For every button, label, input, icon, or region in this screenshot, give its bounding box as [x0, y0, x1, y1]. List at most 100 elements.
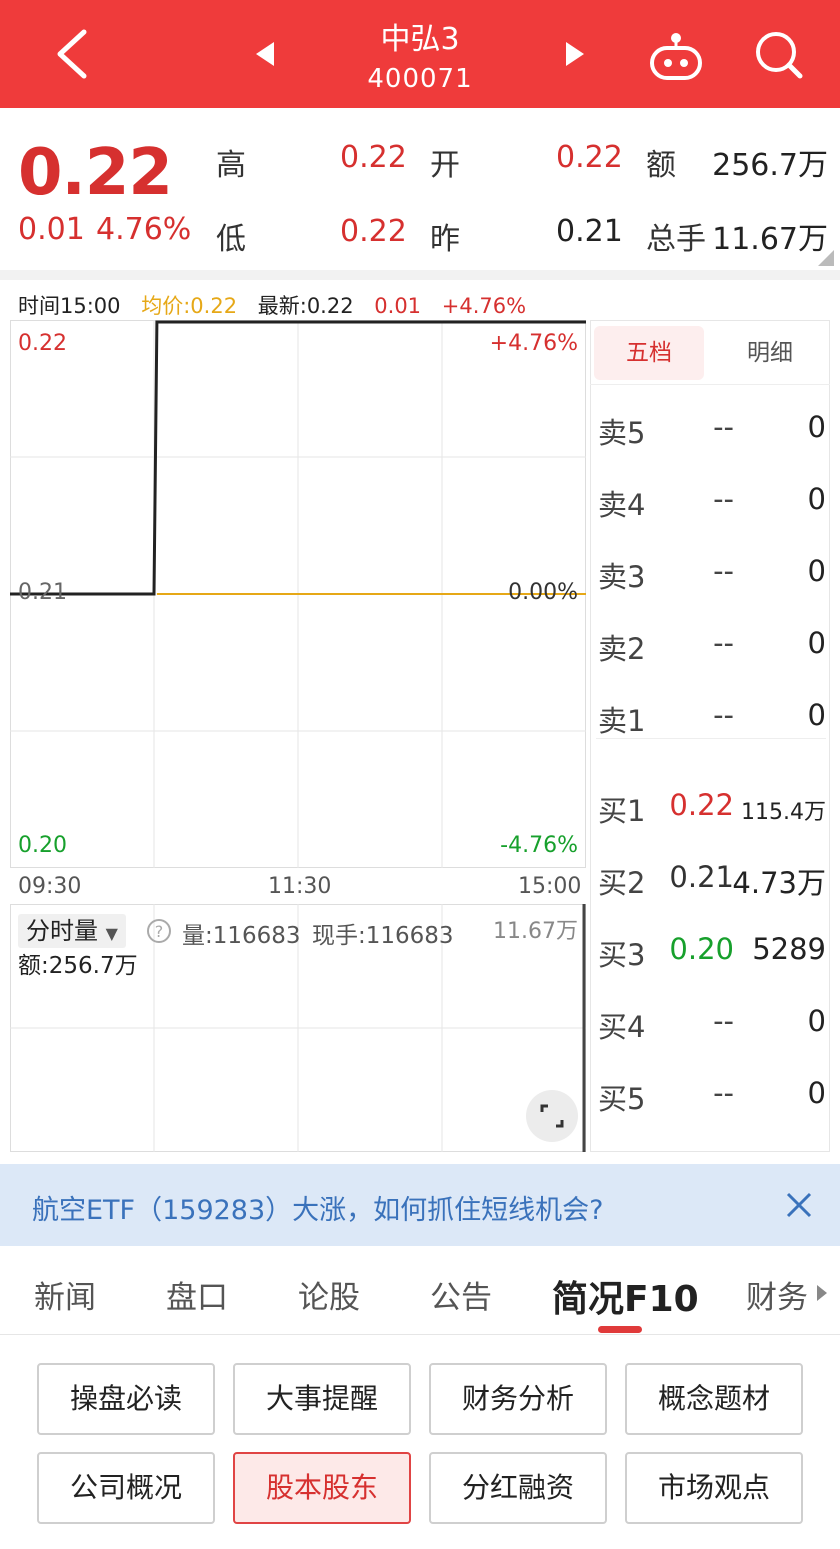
search-icon[interactable]	[752, 28, 806, 82]
btn-dividend-financing[interactable]: 分红融资	[429, 1452, 607, 1524]
sell-volume: 0	[807, 698, 826, 732]
buy-volume: 5289	[752, 932, 826, 966]
prev-close-value: 0.21	[556, 214, 623, 249]
buy-label: 买4	[598, 1010, 646, 1044]
buy-volume: 0	[807, 1076, 826, 1110]
y-tick-pct-low: -4.76%	[500, 833, 578, 858]
chart-change-pct: +4.76%	[441, 294, 527, 318]
y-tick-pct-mid: 0.00%	[508, 580, 578, 605]
sell-label: 卖2	[598, 632, 646, 666]
promo-banner-text[interactable]: 航空ETF（159283）大涨，如何抓住短线机会?	[32, 1188, 603, 1227]
sell-volume: 0	[807, 410, 826, 444]
tab-scroll-right-icon[interactable]	[816, 1284, 828, 1302]
chart-avg-price: 均价:0.22	[141, 294, 238, 318]
sell-volume: 0	[807, 554, 826, 588]
buy-price: --	[713, 1004, 734, 1038]
buy-row: 买4 -- 0	[596, 1004, 832, 1044]
open-label: 开	[430, 148, 460, 183]
btn-event-reminder[interactable]: 大事提醒	[233, 1363, 411, 1435]
sell-label: 卖1	[598, 704, 646, 738]
volume-label: 总手	[646, 222, 706, 257]
btn-trading-must-read[interactable]: 操盘必读	[37, 1363, 215, 1435]
tab-news[interactable]: 新闻	[34, 1272, 96, 1317]
open-value: 0.22	[556, 140, 623, 175]
close-icon[interactable]	[786, 1192, 812, 1218]
fullscreen-button[interactable]	[526, 1090, 578, 1142]
tab-f10[interactable]: 简况F10	[552, 1270, 699, 1322]
price-change-pct: 4.76%	[96, 212, 192, 247]
x-tick-close: 15:00	[518, 874, 582, 899]
x-tick-noon: 11:30	[268, 874, 332, 899]
promo-banner[interactable]: 航空ETF（159283）大涨，如何抓住短线机会?	[0, 1164, 840, 1246]
tab-finance[interactable]: 财务	[746, 1272, 808, 1317]
y-tick-pct-high: +4.76%	[489, 331, 578, 356]
tab-discussion[interactable]: 论股	[298, 1272, 360, 1317]
btn-shareholders[interactable]: 股本股东	[233, 1452, 411, 1524]
next-stock-icon[interactable]	[564, 40, 586, 68]
btn-company-profile[interactable]: 公司概况	[37, 1452, 215, 1524]
sell-label: 卖4	[598, 488, 646, 522]
buy-price: 0.22	[669, 788, 734, 822]
x-tick-open: 09:30	[18, 874, 82, 899]
sell-price: --	[713, 626, 734, 660]
price-change: 0.01	[18, 212, 85, 247]
intraday-price-chart[interactable]	[10, 320, 586, 868]
chart-change: 0.01	[374, 294, 422, 318]
volume-indicator-selector[interactable]: 分时量 ▼	[18, 914, 126, 948]
high-value: 0.22	[340, 140, 407, 175]
tab-details[interactable]: 明细	[712, 326, 828, 380]
current-hand: 现手:116683	[312, 923, 454, 949]
buy-volume: 4.73万	[732, 866, 826, 900]
prev-close-label: 昨	[430, 222, 460, 257]
sell-row: 卖2 -- 0	[596, 626, 832, 666]
active-tab-indicator	[598, 1326, 642, 1333]
sell-volume: 0	[807, 482, 826, 516]
chart-info-bar: 时间15:00 均价:0.22 最新:0.22 0.01 +4.76%	[18, 290, 540, 320]
y-tick-high: 0.22	[18, 331, 67, 356]
expand-corner-icon[interactable]	[818, 250, 834, 266]
stock-name: 中弘3	[380, 22, 460, 57]
tab-five-levels[interactable]: 五档	[594, 326, 704, 380]
sell-price: --	[713, 482, 734, 516]
question-circle-icon[interactable]: ?	[146, 918, 172, 944]
sell-row: 卖1 -- 0	[596, 698, 832, 738]
btn-market-view[interactable]: 市场观点	[625, 1452, 803, 1524]
svg-text:?: ?	[155, 922, 164, 941]
buy-row: 买3 0.20 5289	[596, 932, 832, 972]
btn-concept-theme[interactable]: 概念题材	[625, 1363, 803, 1435]
buy-row: 买5 -- 0	[596, 1076, 832, 1116]
high-label: 高	[216, 148, 246, 183]
stock-code: 400071	[367, 64, 473, 94]
section-divider	[0, 270, 840, 280]
tab-handicap[interactable]: 盘口	[166, 1272, 228, 1317]
amount-label: 额	[646, 148, 676, 183]
buy-row: 买2 0.21 4.73万	[596, 860, 832, 900]
volume-value: 11.67万	[712, 222, 828, 257]
sell-row: 卖4 -- 0	[596, 482, 832, 522]
sell-label: 卖3	[598, 560, 646, 594]
sell-price: --	[713, 698, 734, 732]
tabs-divider	[0, 1334, 840, 1335]
low-label: 低	[216, 222, 246, 257]
btn-financial-analysis[interactable]: 财务分析	[429, 1363, 607, 1435]
buy-price: --	[713, 1076, 734, 1110]
fullscreen-icon	[540, 1104, 564, 1128]
buy-label: 买1	[598, 794, 646, 828]
current-price: 0.22	[18, 136, 173, 210]
volume-total: 量:116683	[182, 923, 301, 949]
robot-assistant-icon[interactable]	[648, 30, 704, 82]
tab-announcement[interactable]: 公告	[430, 1272, 492, 1317]
sell-price: --	[713, 410, 734, 444]
sell-label: 卖5	[598, 416, 646, 450]
buy-row: 买1 0.22 115.4万	[596, 788, 832, 828]
chart-time: 时间15:00	[18, 294, 121, 318]
low-value: 0.22	[340, 214, 407, 249]
volume-indicator-label: 分时量	[26, 917, 98, 945]
buy-label: 买3	[598, 938, 646, 972]
top-bar: 中弘3 400071	[0, 0, 840, 108]
buy-label: 买5	[598, 1082, 646, 1116]
buy-volume: 0	[807, 1004, 826, 1038]
chart-latest: 最新:0.22	[257, 294, 354, 318]
buy-price: 0.20	[669, 932, 734, 966]
y-tick-low: 0.20	[18, 833, 67, 858]
